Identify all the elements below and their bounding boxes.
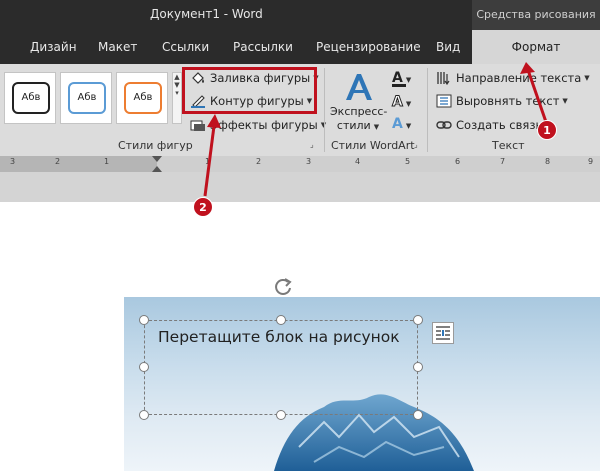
text-fill-button[interactable]: A ▼ bbox=[392, 70, 422, 90]
wordart-quick-styles-icon[interactable] bbox=[342, 70, 376, 102]
context-tab-group-label: Средства рисования bbox=[472, 0, 600, 30]
ruler-margin bbox=[0, 156, 157, 172]
ruler-number: 7 bbox=[500, 157, 506, 166]
ruler-number: 2 bbox=[55, 157, 61, 166]
ruler-number: 6 bbox=[455, 157, 461, 166]
shape-style-2[interactable]: Абв bbox=[60, 72, 112, 124]
shape-effects-icon bbox=[190, 120, 205, 131]
text-box-content[interactable]: Перетащите блок на рисунок bbox=[158, 328, 400, 346]
tab-design[interactable]: Дизайн bbox=[30, 30, 77, 64]
ruler-number: 2 bbox=[256, 157, 262, 166]
chevron-down-icon: ▼ bbox=[562, 97, 568, 105]
resize-handle[interactable] bbox=[139, 362, 149, 372]
chain-link-icon bbox=[436, 121, 452, 129]
shape-style-3[interactable]: Абв bbox=[116, 72, 168, 124]
ruler-number: 3 bbox=[306, 157, 312, 166]
resize-handle[interactable] bbox=[276, 410, 286, 420]
resize-handle[interactable] bbox=[413, 315, 423, 325]
group-separator bbox=[427, 68, 428, 152]
window-title: Документ1 - Word bbox=[150, 7, 263, 21]
first-line-indent-marker[interactable] bbox=[152, 156, 162, 162]
wordart-quick-styles-button[interactable]: Экспресс- стили ▼ bbox=[330, 105, 387, 134]
align-text-button[interactable]: Выровнять текст ▼ bbox=[436, 91, 568, 111]
ruler-number: 3 bbox=[10, 157, 16, 166]
text-direction-button[interactable]: Направление текста ▼ bbox=[436, 68, 590, 88]
shape-style-1[interactable]: Абв bbox=[4, 72, 56, 124]
tab-view[interactable]: Вид bbox=[436, 30, 460, 64]
ruler-number: 5 bbox=[405, 157, 411, 166]
text-direction-label: Направление текста bbox=[456, 71, 582, 85]
horizontal-ruler[interactable]: 3 2 1 1 2 3 4 5 6 7 8 9 bbox=[0, 156, 600, 172]
chevron-down-icon: ▼ bbox=[584, 74, 590, 82]
rotate-handle-icon[interactable] bbox=[272, 276, 294, 298]
text-fill-color-bar bbox=[392, 84, 406, 87]
dialog-launcher-icon[interactable]: ⌟ bbox=[310, 140, 314, 149]
title-bar: Документ1 - Word Средства рисования bbox=[0, 0, 600, 30]
tab-mailings[interactable]: Рассылки bbox=[233, 30, 293, 64]
ruler-number: 8 bbox=[545, 157, 551, 166]
document-background bbox=[0, 172, 600, 202]
resize-handle[interactable] bbox=[413, 410, 423, 420]
callout-badge-1: 1 bbox=[537, 120, 557, 140]
resize-handle[interactable] bbox=[139, 315, 149, 325]
shape-effects-button[interactable]: Эффекты фигуры ▼ bbox=[190, 115, 326, 135]
group-label-text: Текст bbox=[492, 139, 525, 152]
resize-handle[interactable] bbox=[139, 410, 149, 420]
group-label-wordart-styles: Стили WordArt bbox=[331, 139, 415, 152]
group-label-shape-styles: Стили фигур bbox=[118, 139, 193, 152]
align-text-icon bbox=[436, 94, 452, 108]
create-link-label: Создать связь bbox=[456, 118, 543, 132]
ruler-number: 4 bbox=[355, 157, 361, 166]
tab-review[interactable]: Рецензирование bbox=[316, 30, 421, 64]
gallery-scroll[interactable]: ▲ ▼ ▾ bbox=[172, 72, 182, 124]
text-effects-button[interactable]: A ▼ bbox=[392, 116, 422, 136]
tab-references[interactable]: Ссылки bbox=[162, 30, 209, 64]
ruler-number: 1 bbox=[104, 157, 110, 166]
ruler-number: 9 bbox=[588, 157, 594, 166]
align-text-label: Выровнять текст bbox=[456, 94, 560, 108]
layout-options-icon bbox=[436, 326, 450, 340]
chevron-down-icon: ▼ bbox=[373, 123, 380, 131]
tab-format[interactable]: Формат bbox=[472, 30, 600, 64]
layout-options-button[interactable] bbox=[432, 322, 454, 344]
callout-badge-2: 2 bbox=[193, 197, 213, 217]
shape-effects-label: Эффекты фигуры bbox=[210, 118, 318, 132]
create-link-button[interactable]: Создать связь bbox=[436, 115, 542, 135]
resize-handle[interactable] bbox=[413, 362, 423, 372]
dialog-launcher-icon[interactable]: ⌟ bbox=[414, 140, 418, 149]
resize-handle[interactable] bbox=[276, 315, 286, 325]
group-separator bbox=[324, 68, 325, 152]
tab-layout[interactable]: Макет bbox=[98, 30, 137, 64]
text-direction-icon bbox=[437, 72, 450, 85]
highlight-frame bbox=[182, 67, 317, 114]
ruler-number: 1 bbox=[205, 157, 211, 166]
ribbon-tab-bar: Дизайн Макет Ссылки Рассылки Рецензирова… bbox=[0, 30, 600, 64]
text-outline-button[interactable]: A ▼ bbox=[392, 94, 422, 114]
